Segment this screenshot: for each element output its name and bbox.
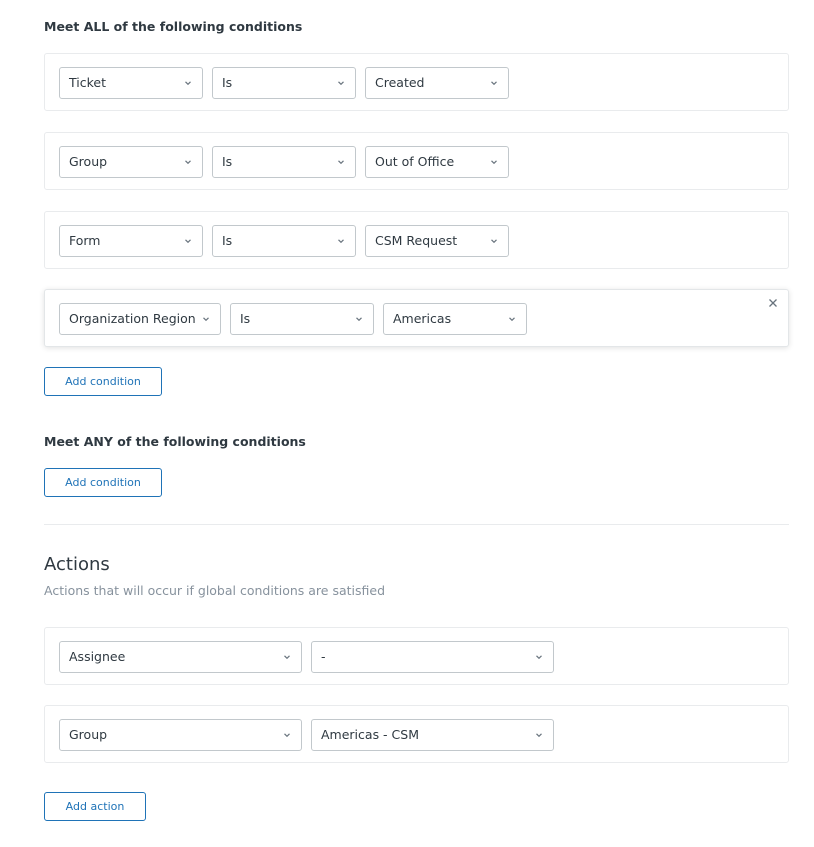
condition-operator-select[interactable]: Is	[212, 146, 356, 178]
chevron-down-icon	[338, 239, 344, 244]
chevron-down-icon	[491, 81, 497, 86]
condition-field-select[interactable]: Ticket	[59, 67, 203, 99]
action-value-select[interactable]: -	[311, 641, 554, 673]
condition-row: Group Is Out of Office	[44, 132, 789, 190]
add-any-condition-button[interactable]: Add condition	[44, 468, 162, 497]
chevron-down-icon	[338, 160, 344, 165]
condition-operator-select[interactable]: Is	[212, 225, 356, 257]
action-field-select[interactable]: Assignee	[59, 641, 302, 673]
select-value: Out of Office	[375, 154, 455, 169]
action-value-select[interactable]: Americas - CSM	[311, 719, 554, 751]
all-conditions-heading: Meet ALL of the following conditions	[44, 19, 303, 34]
action-field-select[interactable]: Group	[59, 719, 302, 751]
select-value: Group	[69, 727, 108, 742]
chevron-down-icon	[185, 81, 191, 86]
chevron-down-icon	[284, 733, 290, 738]
trigger-editor: Meet ALL of the following conditions Tic…	[0, 0, 814, 847]
select-value: CSM Request	[375, 233, 458, 248]
select-value: Ticket	[69, 75, 106, 90]
actions-subtitle: Actions that will occur if global condit…	[44, 583, 386, 598]
select-value: Is	[222, 233, 233, 248]
close-icon[interactable]	[768, 298, 778, 308]
select-value: Is	[222, 75, 233, 90]
action-row: Group Americas - CSM	[44, 705, 789, 763]
chevron-down-icon	[536, 733, 542, 738]
chevron-down-icon	[185, 160, 191, 165]
condition-row: Form Is CSM Request	[44, 211, 789, 269]
select-value: Group	[69, 154, 108, 169]
condition-row: Ticket Is Created	[44, 53, 789, 111]
chevron-down-icon	[491, 160, 497, 165]
condition-row-active: Organization Region Is Americas	[44, 289, 789, 347]
chevron-down-icon	[284, 655, 290, 660]
add-all-condition-button[interactable]: Add condition	[44, 367, 162, 396]
select-value: Is	[240, 311, 251, 326]
action-row: Assignee -	[44, 627, 789, 685]
condition-field-select[interactable]: Group	[59, 146, 203, 178]
select-value: Assignee	[69, 649, 126, 664]
condition-operator-select[interactable]: Is	[212, 67, 356, 99]
condition-value-select[interactable]: Americas	[383, 303, 527, 335]
select-value: Is	[222, 154, 233, 169]
actions-title: Actions	[44, 554, 110, 575]
chevron-down-icon	[536, 655, 542, 660]
select-value: -	[321, 649, 326, 664]
chevron-down-icon	[509, 317, 515, 322]
any-conditions-heading: Meet ANY of the following conditions	[44, 434, 306, 449]
select-value: Americas - CSM	[321, 727, 419, 742]
condition-field-select[interactable]: Form	[59, 225, 203, 257]
chevron-down-icon	[203, 317, 209, 322]
select-value: Americas	[393, 311, 452, 326]
condition-value-select[interactable]: Out of Office	[365, 146, 509, 178]
condition-value-select[interactable]: Created	[365, 67, 509, 99]
section-divider	[44, 524, 789, 525]
select-value: Form	[69, 233, 101, 248]
condition-value-select[interactable]: CSM Request	[365, 225, 509, 257]
condition-field-select[interactable]: Organization Region	[59, 303, 221, 335]
chevron-down-icon	[338, 81, 344, 86]
chevron-down-icon	[356, 317, 362, 322]
condition-operator-select[interactable]: Is	[230, 303, 374, 335]
chevron-down-icon	[185, 239, 191, 244]
chevron-down-icon	[491, 239, 497, 244]
select-value: Organization Region	[69, 311, 196, 326]
select-value: Created	[375, 75, 425, 90]
add-action-button[interactable]: Add action	[44, 792, 146, 821]
